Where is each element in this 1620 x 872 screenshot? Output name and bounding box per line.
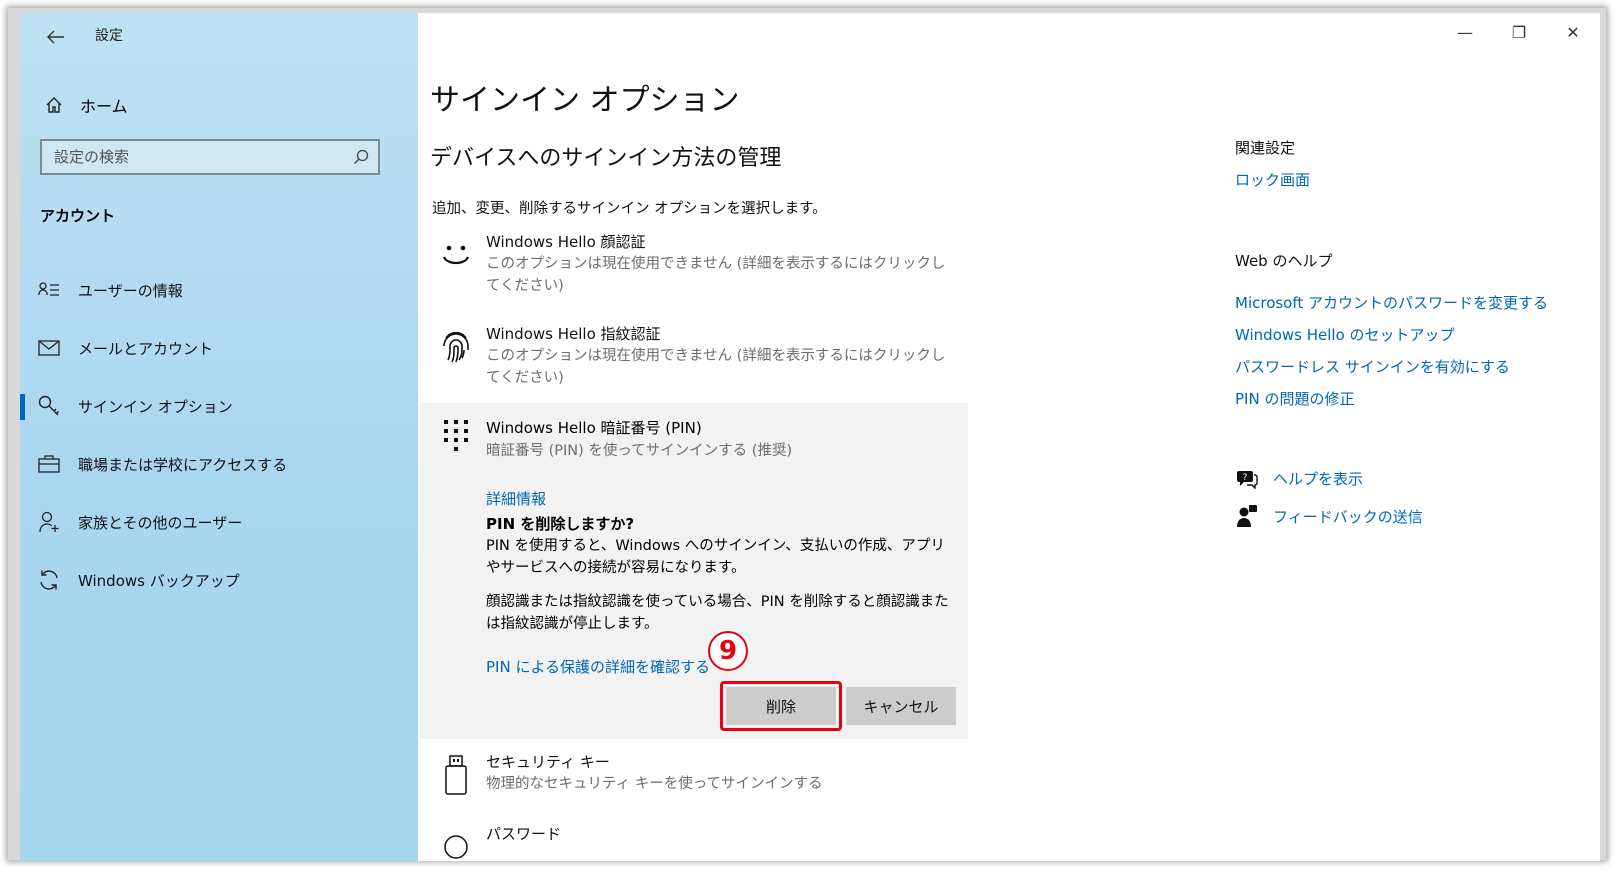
app-title: 設定 <box>95 28 123 44</box>
sidebar-item-work-school[interactable]: 職場または学校にアクセスする <box>20 435 418 493</box>
search-input[interactable] <box>42 140 344 174</box>
step-number-badge: 9 <box>708 631 748 671</box>
option-name: Windows Hello 指紋認証 <box>486 325 661 343</box>
option-subtext: このオプションは現在使用できません (詳細を表示するにはクリックしてください) <box>486 348 946 386</box>
delete-button[interactable]: 削除 <box>726 687 836 725</box>
mail-icon <box>38 337 60 359</box>
option-fingerprint[interactable]: Windows Hello 指紋認証 このオプションは現在使用できません (詳細… <box>430 323 980 403</box>
svg-text:?: ? <box>1243 473 1248 483</box>
main-content: サインイン オプション デバイスへのサインイン方法の管理 追加、変更、削除するサ… <box>420 13 990 861</box>
close-button[interactable]: ✕ <box>1546 13 1600 51</box>
sidebar: 設定 ホーム アカウント ユーザーの情報 <box>20 13 418 861</box>
home-icon <box>36 96 72 114</box>
pin-warning: 顔認識または指紋認識を使っている場合、PIN を削除すると顔認識または指紋認識が… <box>486 594 949 632</box>
search-box[interactable] <box>40 139 380 175</box>
person-add-icon <box>38 511 60 533</box>
sidebar-item-user-info[interactable]: ユーザーの情報 <box>20 261 418 319</box>
send-feedback-link[interactable]: フィードバックの送信 <box>1235 505 1423 527</box>
option-subtext: 物理的なセキュリティ キーを使ってサインインする <box>486 776 823 792</box>
remove-pin-question: PIN を削除しますか? <box>486 515 635 533</box>
settings-window: 設定 ホーム アカウント ユーザーの情報 <box>20 13 1600 861</box>
sidebar-nav: ユーザーの情報 メールとアカウント サインイン オプション 職場または学校にアク… <box>20 261 418 609</box>
password-icon <box>438 827 474 861</box>
sidebar-item-mail-accounts[interactable]: メールとアカウント <box>20 319 418 377</box>
option-security-key[interactable]: セキュリティ キー 物理的なセキュリティ キーを使ってサインインする <box>430 751 980 811</box>
web-help-link-pin-fix[interactable]: PIN の問題の修正 <box>1235 388 1354 409</box>
sidebar-item-sign-in-options[interactable]: サインイン オプション <box>20 377 418 435</box>
get-help-label: ヘルプを表示 <box>1273 470 1364 488</box>
fingerprint-icon <box>438 327 474 367</box>
pin-description: PIN を使用すると、Windows へのサインイン、支払いの作成、アプリやサー… <box>486 538 945 576</box>
cancel-button[interactable]: キャンセル <box>846 687 956 725</box>
sidebar-item-windows-backup[interactable]: Windows バックアップ <box>20 551 418 609</box>
pin-option-panel: Windows Hello 暗証番号 (PIN) 暗証番号 (PIN) を使って… <box>420 403 968 739</box>
sync-icon <box>38 569 60 591</box>
web-help-link-passwordless[interactable]: パスワードレス サインインを有効にする <box>1235 356 1510 377</box>
option-subtext: 暗証番号 (PIN) を使ってサインインする (推奨) <box>486 443 793 459</box>
option-face-recognition[interactable]: Windows Hello 顔認証 このオプションは現在使用できません (詳細を… <box>430 231 980 311</box>
briefcase-icon <box>38 453 60 475</box>
sidebar-item-label: メールとアカウント <box>78 339 214 358</box>
get-help-link[interactable]: ? ヘルプを表示 <box>1235 468 1363 489</box>
sidebar-item-label: 職場または学校にアクセスする <box>78 455 288 474</box>
sidebar-item-label: ユーザーの情報 <box>78 281 183 300</box>
lock-screen-link[interactable]: ロック画面 <box>1235 169 1310 190</box>
option-name[interactable]: Windows Hello 暗証番号 (PIN) <box>486 417 702 438</box>
nav-home[interactable]: ホーム <box>36 87 396 123</box>
sidebar-item-label: サインイン オプション <box>78 397 233 416</box>
key-icon <box>38 395 60 417</box>
window-controls: — ❐ ✕ <box>1438 13 1600 51</box>
option-password[interactable]: パスワード <box>430 823 980 861</box>
web-help-link-hello-setup[interactable]: Windows Hello のセットアップ <box>1235 324 1455 345</box>
minimize-button[interactable]: — <box>1438 13 1492 51</box>
option-name: Windows Hello 顔認証 <box>486 233 646 251</box>
sidebar-item-label: Windows バックアップ <box>78 571 240 590</box>
chat-help-icon: ? <box>1235 469 1259 489</box>
web-help-link-change-password[interactable]: Microsoft アカウントのパスワードを変更する <box>1235 292 1548 313</box>
search-icon[interactable] <box>344 149 378 165</box>
option-subtext: このオプションは現在使用できません (詳細を表示するにはクリックしてください) <box>486 256 946 294</box>
sidebar-item-label: 家族とその他のユーザー <box>78 513 243 532</box>
feedback-person-icon <box>1235 505 1259 527</box>
section-description: 追加、変更、削除するサインイン オプションを選択します。 <box>432 201 827 217</box>
option-name: パスワード <box>486 825 562 843</box>
related-settings-heading: 関連設定 <box>1235 139 1296 157</box>
section-heading-account: アカウント <box>40 207 116 225</box>
send-feedback-label: フィードバックの送信 <box>1273 507 1423 526</box>
restore-button[interactable]: ❐ <box>1492 13 1546 51</box>
usb-key-icon <box>438 751 474 799</box>
details-link[interactable]: 詳細情報 <box>486 488 546 509</box>
nav-home-label: ホーム <box>80 97 128 116</box>
pin-protection-link[interactable]: PIN による保護の詳細を確認する <box>486 656 710 677</box>
web-help-heading: Web のヘルプ <box>1235 252 1333 270</box>
smiley-face-icon <box>438 235 474 275</box>
section-subtitle: デバイスへのサインイン方法の管理 <box>430 146 782 171</box>
sidebar-item-family-users[interactable]: 家族とその他のユーザー <box>20 493 418 551</box>
page-title: サインイン オプション <box>430 83 740 118</box>
back-arrow-icon[interactable] <box>36 19 76 55</box>
keypad-icon <box>438 417 474 457</box>
option-name: セキュリティ キー <box>486 753 610 771</box>
person-list-icon <box>38 279 60 301</box>
